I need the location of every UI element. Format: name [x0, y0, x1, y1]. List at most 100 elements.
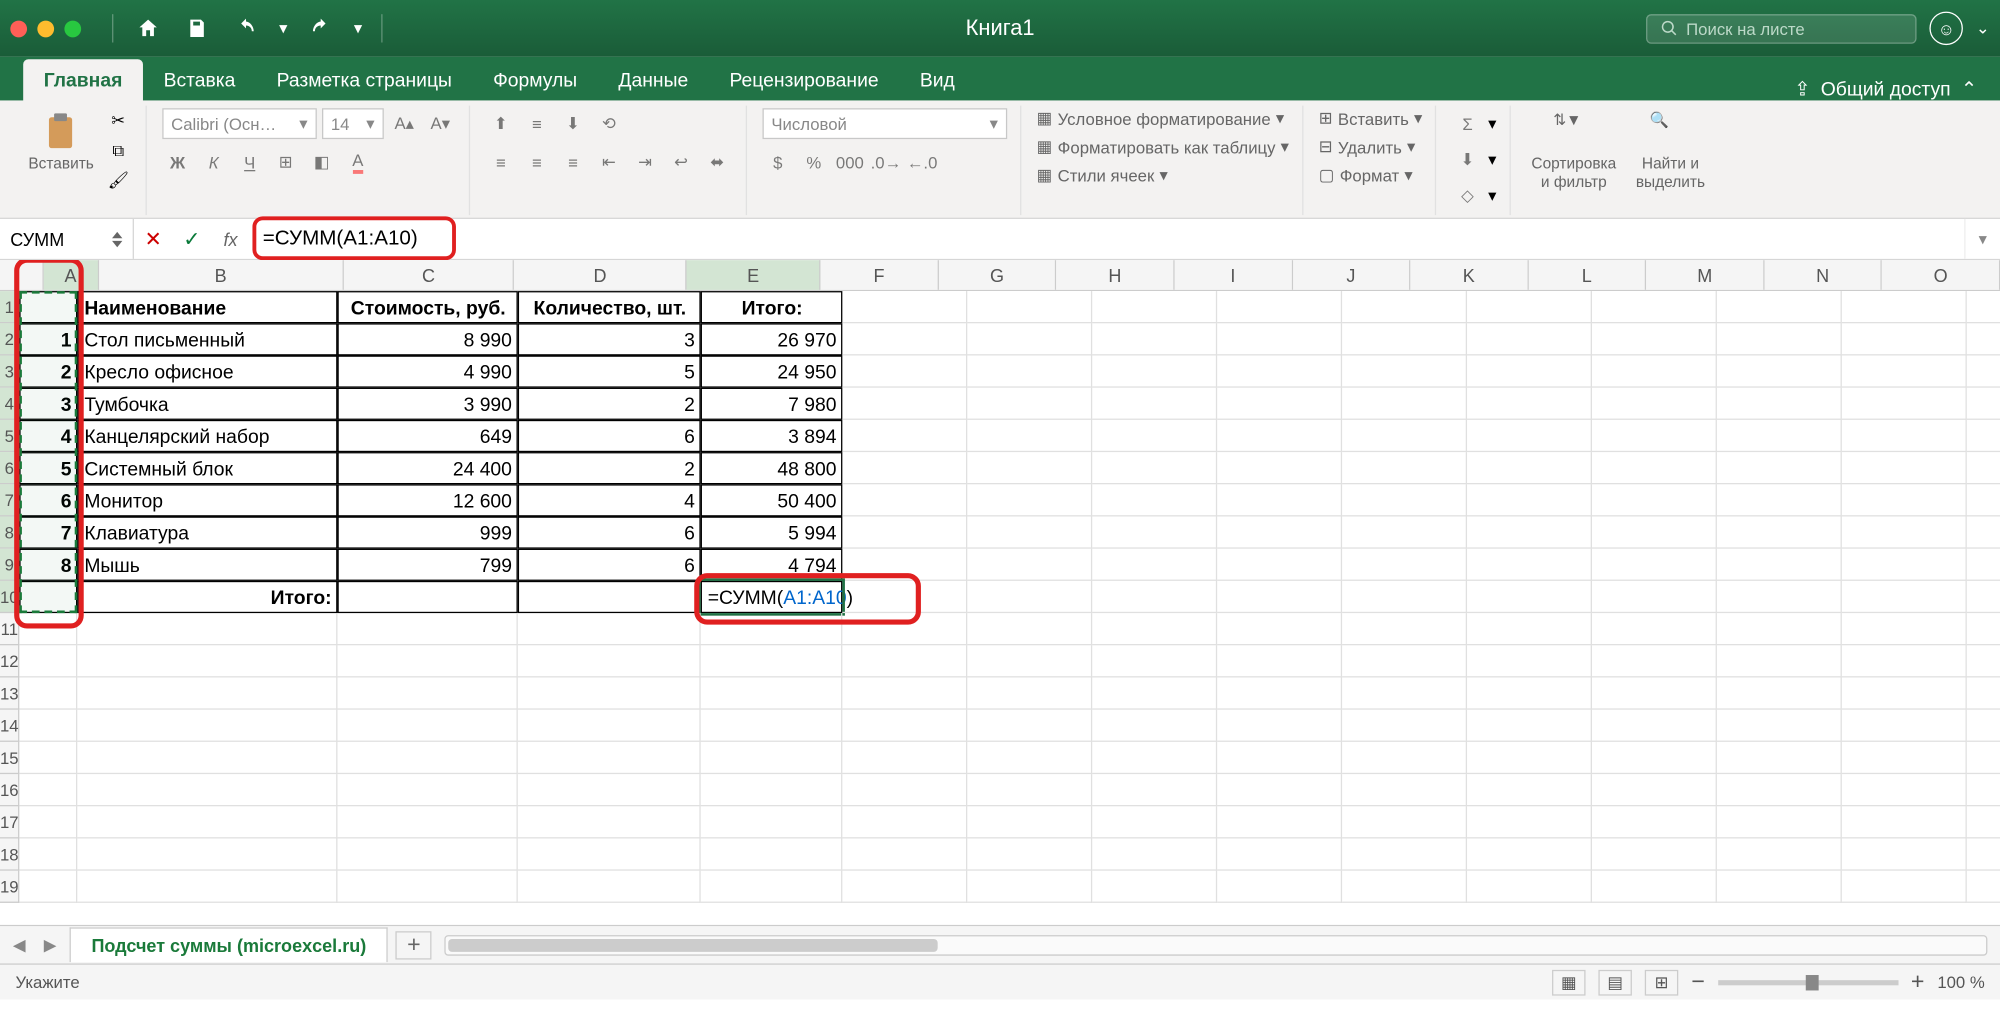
- cell[interactable]: Стол письменный: [78, 323, 338, 355]
- cancel-formula-button[interactable]: ✕: [134, 219, 173, 259]
- tab-formulas[interactable]: Формулы: [473, 59, 598, 100]
- cell[interactable]: 6: [518, 549, 701, 581]
- collapse-ribbon-icon[interactable]: ⌃: [1961, 77, 1977, 100]
- search-input[interactable]: Поиск на листе: [1646, 14, 1916, 44]
- col-header-J[interactable]: J: [1293, 260, 1411, 290]
- cell[interactable]: 2: [20, 355, 78, 387]
- fx-icon[interactable]: fx: [211, 219, 250, 259]
- currency-icon[interactable]: $: [762, 147, 793, 178]
- font-name-dropdown[interactable]: Calibri (Осн…▾: [162, 108, 317, 139]
- align-right-icon[interactable]: ≡: [558, 147, 589, 178]
- tab-data[interactable]: Данные: [598, 59, 709, 100]
- share-button-label[interactable]: Общий доступ: [1821, 78, 1951, 100]
- row-header[interactable]: 10: [0, 581, 20, 613]
- feedback-smiley-icon[interactable]: ☺: [1930, 12, 1963, 45]
- cell[interactable]: 24 400: [338, 452, 518, 484]
- enter-formula-button[interactable]: ✓: [173, 219, 212, 259]
- row-header[interactable]: 7: [0, 484, 20, 516]
- sort-filter-button[interactable]: ⇅▼ Сортировка и фильтр: [1526, 108, 1621, 193]
- border-icon[interactable]: ⊞: [270, 147, 301, 178]
- cell[interactable]: Системный блок: [78, 452, 338, 484]
- decrease-font-icon[interactable]: A▾: [425, 108, 456, 139]
- cell[interactable]: 6: [518, 420, 701, 452]
- conditional-formatting-button[interactable]: ▦ Условное форматирование ▾: [1037, 108, 1285, 129]
- align-bottom-icon[interactable]: ⬇: [558, 108, 589, 139]
- col-header-O[interactable]: O: [1882, 260, 2000, 290]
- col-header-I[interactable]: I: [1175, 260, 1293, 290]
- cell[interactable]: Монитор: [78, 484, 338, 516]
- underline-icon[interactable]: Ч: [234, 147, 265, 178]
- cell[interactable]: 4 794: [701, 549, 843, 581]
- cell-total-label[interactable]: Итого:: [78, 581, 338, 613]
- format-cells-button[interactable]: ▢ Формат ▾: [1319, 165, 1413, 186]
- tab-review[interactable]: Рецензирование: [709, 59, 899, 100]
- format-painter-icon[interactable]: 🖌: [104, 167, 132, 193]
- row-header[interactable]: 13: [0, 677, 20, 709]
- cell[interactable]: Клавиатура: [78, 516, 338, 548]
- row-header[interactable]: 17: [0, 806, 20, 838]
- save-icon[interactable]: [175, 10, 219, 46]
- cell[interactable]: 5: [20, 452, 78, 484]
- zoom-slider[interactable]: [1718, 980, 1898, 985]
- align-center-icon[interactable]: ≡: [521, 147, 552, 178]
- formula-input[interactable]: =СУММ(A1:A10): [250, 219, 1964, 259]
- cell[interactable]: 3 990: [338, 388, 518, 420]
- chevron-down-icon[interactable]: ⌄: [1976, 18, 1990, 39]
- cell[interactable]: 6: [518, 516, 701, 548]
- home-icon[interactable]: [126, 10, 170, 46]
- cell[interactable]: 5 994: [701, 516, 843, 548]
- decrease-indent-icon[interactable]: ⇤: [594, 147, 625, 178]
- undo-icon[interactable]: [224, 10, 268, 46]
- row-header[interactable]: 16: [0, 774, 20, 806]
- row-header[interactable]: 12: [0, 645, 20, 677]
- cell[interactable]: 12 600: [338, 484, 518, 516]
- row-header[interactable]: 2: [0, 323, 20, 355]
- page-layout-view-icon[interactable]: ▤: [1599, 969, 1632, 995]
- undo-dropdown-icon[interactable]: ▾: [273, 10, 294, 46]
- row-header[interactable]: 19: [0, 871, 20, 903]
- row-header[interactable]: 3: [0, 355, 20, 387]
- cell[interactable]: [20, 291, 78, 323]
- wrap-text-icon[interactable]: ↩: [666, 147, 697, 178]
- orientation-icon[interactable]: ⟲: [594, 108, 625, 139]
- cut-icon[interactable]: ✂: [104, 108, 132, 134]
- cell[interactable]: Кресло офисное: [78, 355, 338, 387]
- row-header[interactable]: 1: [0, 291, 20, 323]
- row-header[interactable]: 6: [0, 452, 20, 484]
- cell[interactable]: 48 800: [701, 452, 843, 484]
- bold-icon[interactable]: Ж: [162, 147, 193, 178]
- maximize-window-button[interactable]: [64, 20, 81, 37]
- cell[interactable]: 7: [20, 516, 78, 548]
- cell[interactable]: 2: [518, 388, 701, 420]
- cell[interactable]: Канцелярский набор: [78, 420, 338, 452]
- cell[interactable]: Наименование: [78, 291, 338, 323]
- cell[interactable]: 7 980: [701, 388, 843, 420]
- cell[interactable]: 4: [20, 420, 78, 452]
- prev-sheet-icon[interactable]: ◀: [13, 934, 26, 955]
- find-select-button[interactable]: 🔍 Найти и выделить: [1629, 108, 1711, 193]
- font-size-dropdown[interactable]: 14▾: [322, 108, 384, 139]
- page-break-view-icon[interactable]: ⊞: [1645, 969, 1678, 995]
- cell[interactable]: 6: [20, 484, 78, 516]
- cell[interactable]: 1: [20, 323, 78, 355]
- next-sheet-icon[interactable]: ▶: [44, 934, 57, 955]
- cell[interactable]: 649: [338, 420, 518, 452]
- cell[interactable]: 2: [518, 452, 701, 484]
- cell[interactable]: 4: [518, 484, 701, 516]
- row-header[interactable]: 5: [0, 420, 20, 452]
- row-header[interactable]: 18: [0, 838, 20, 870]
- sheet-tab[interactable]: Подсчет суммы (microexcel.ru): [70, 927, 389, 962]
- zoom-out-button[interactable]: −: [1691, 969, 1705, 996]
- insert-cells-button[interactable]: ⊞ Вставить ▾: [1319, 108, 1423, 129]
- cell[interactable]: 24 950: [701, 355, 843, 387]
- clear-icon[interactable]: ◇: [1452, 180, 1483, 211]
- cell[interactable]: 999: [338, 516, 518, 548]
- tab-insert[interactable]: Вставка: [143, 59, 256, 100]
- col-header-G[interactable]: G: [939, 260, 1057, 290]
- increase-decimal-icon[interactable]: .0→: [871, 147, 902, 178]
- col-header-L[interactable]: L: [1528, 260, 1646, 290]
- col-header-C[interactable]: C: [344, 260, 514, 290]
- tab-view[interactable]: Вид: [899, 59, 975, 100]
- number-format-dropdown[interactable]: Числовой▾: [762, 108, 1007, 139]
- redo-dropdown-icon[interactable]: ▾: [348, 10, 369, 46]
